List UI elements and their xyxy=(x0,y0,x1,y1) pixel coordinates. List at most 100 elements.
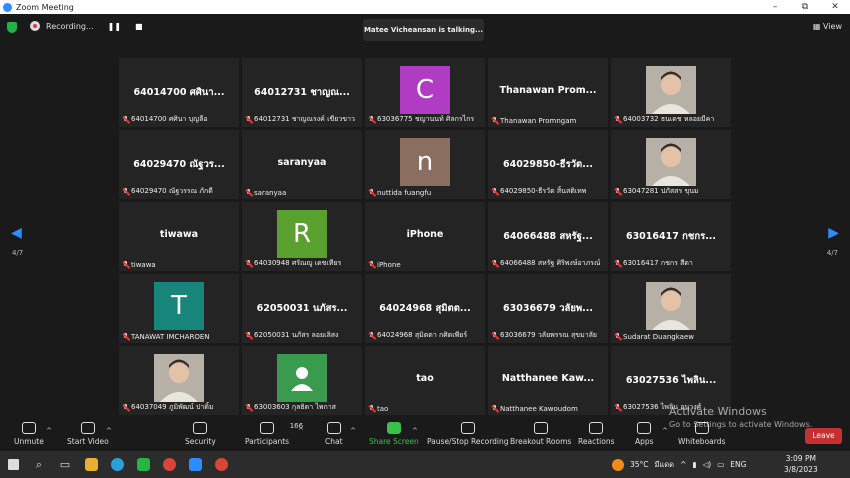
video-options-caret-icon[interactable]: ^ xyxy=(106,427,112,435)
participant-tile[interactable]: 64029850-ธีรวัต... 64029850-ธีรวัต สิ้นสต… xyxy=(488,130,608,199)
next-page-arrow-icon[interactable]: ▶ xyxy=(828,225,839,241)
line-app-icon[interactable] xyxy=(130,451,156,478)
participants-caret-icon[interactable]: ^ xyxy=(298,427,304,435)
participant-photo xyxy=(646,282,696,330)
participant-tile[interactable]: Natthanee Kaw... Natthanee Kawoudom xyxy=(488,346,608,415)
participant-tile[interactable]: Thanawan Prom... Thanawan Promngam xyxy=(488,58,608,127)
participant-name-text: 63036679 วลัยพรรณ สุขมาลัย xyxy=(500,331,598,339)
participant-name-text: 63003603 กุลธิดา ไพกาส xyxy=(254,403,336,411)
close-button[interactable]: ✕ xyxy=(820,2,850,12)
chrome-profile-icon[interactable] xyxy=(208,451,234,478)
participant-tile[interactable]: 63016417 กชกร... 63016417 กชกร สีดา xyxy=(611,202,731,271)
participant-tile[interactable]: C 63036775 ชญานนท์ ศิลกรไกร xyxy=(365,58,485,127)
participant-name-text: Natthanee Kawoudom xyxy=(500,405,578,413)
participant-display-name: saranyaa xyxy=(277,157,327,168)
unmute-button[interactable]: Unmute xyxy=(14,422,44,446)
network-icon[interactable]: ▭ xyxy=(717,460,724,469)
taskbar-clock[interactable]: 3:09 PM 3/8/2023 xyxy=(784,453,818,475)
edge-browser-icon[interactable] xyxy=(104,451,130,478)
tray-arrow-icon[interactable]: ^ xyxy=(680,460,686,469)
page-indicator-left: 4/7 xyxy=(12,249,24,257)
muted-microphone-icon xyxy=(368,115,375,124)
participant-name-text: 64029470 ณัฐวรรณ ภักดี xyxy=(131,187,213,195)
chrome-icon[interactable] xyxy=(156,451,182,478)
volume-icon[interactable]: ◁) xyxy=(703,460,712,469)
tray-mic-icon[interactable]: ▮ xyxy=(692,460,696,469)
page-indicator-right: 4/7 xyxy=(826,249,838,257)
participant-name-label: 64037049 ภูมิพัฒน์ ปาดิ้ม xyxy=(122,402,214,413)
breakout-rooms-button[interactable]: Breakout Rooms xyxy=(510,422,571,446)
start-video-button[interactable]: Start Video xyxy=(67,422,109,446)
participant-tile[interactable]: n nuttida fuangfu xyxy=(365,130,485,199)
pause-recording-button[interactable]: ❚❚ xyxy=(108,22,121,31)
participant-tile[interactable]: T TANAWAT IMCHAROEN xyxy=(119,274,239,343)
participants-button[interactable]: Participants 166 xyxy=(245,422,303,446)
leave-button[interactable]: Leave xyxy=(805,428,842,444)
participant-display-name: 63036679 วลัยพ... xyxy=(503,303,593,314)
security-shield-icon[interactable] xyxy=(7,22,17,33)
participant-name-text: 63036775 ชญานนท์ ศิลกรไกร xyxy=(377,115,475,123)
participant-tile[interactable]: Sudarat Duangkaew xyxy=(611,274,731,343)
participant-name-text: tiwawa xyxy=(131,261,156,269)
participant-tile[interactable]: 63003603 กุลธิดา ไพกาส xyxy=(242,346,362,415)
muted-microphone-icon xyxy=(491,331,498,340)
default-user-avatar-icon xyxy=(277,354,327,402)
maximize-button[interactable]: ⧉ xyxy=(790,2,820,12)
participant-name-text: Thanawan Promngam xyxy=(500,117,577,125)
search-icon[interactable]: ⌕ xyxy=(26,451,52,478)
participant-tile[interactable]: R 64030948 ศรัณญู เดชเทียร xyxy=(242,202,362,271)
security-button[interactable]: Security xyxy=(185,422,216,446)
participant-tile[interactable]: 64066488 สหรัฐ... 64066488 สหรัฐ ศิริพงษ์… xyxy=(488,202,608,271)
language-indicator[interactable]: ENG xyxy=(730,460,746,469)
muted-microphone-icon xyxy=(122,403,129,412)
participant-tile[interactable]: tiwawa tiwawa xyxy=(119,202,239,271)
participants-label: Participants xyxy=(245,437,290,446)
start-video-label: Start Video xyxy=(67,437,109,446)
zoom-app-icon[interactable] xyxy=(182,451,208,478)
reactions-button[interactable]: Reactions xyxy=(578,422,614,446)
participant-tile[interactable]: 64003732 ธนเดช หลอยมีคา xyxy=(611,58,731,127)
chat-button[interactable]: Chat xyxy=(325,422,343,446)
participant-name-text: 64024968 สุมิตตา กศิตเพียร์ xyxy=(377,331,468,339)
weather-text: มีแดด xyxy=(654,459,675,469)
previous-page-arrow-icon[interactable]: ◀ xyxy=(11,225,22,241)
participant-tile[interactable]: tao tao xyxy=(365,346,485,415)
activate-title: Activate Windows xyxy=(669,405,767,418)
share-caret-icon[interactable]: ^ xyxy=(412,427,418,435)
participant-tile[interactable]: 63047281 ปภัสสร ขุนม xyxy=(611,130,731,199)
chat-caret-icon[interactable]: ^ xyxy=(350,427,356,435)
participant-tile[interactable]: 64029470 ณัฐวร... 64029470 ณัฐวรรณ ภักดี xyxy=(119,130,239,199)
participant-tile[interactable]: 64037049 ภูมิพัฒน์ ปาดิ้ม xyxy=(119,346,239,415)
stop-recording-button[interactable]: ■ xyxy=(135,22,143,31)
participant-name-text: 63047281 ปภัสสร ขุนม xyxy=(623,187,699,195)
participant-tile[interactable]: 64024968 สุมิตต... 64024968 สุมิตตา กศิตเ… xyxy=(365,274,485,343)
participant-display-name: 64029470 ณัฐวร... xyxy=(133,159,225,170)
participant-display-name: Natthanee Kaw... xyxy=(501,373,595,384)
participant-tile[interactable]: 63036679 วลัยพ... 63036679 วลัยพรรณ สุขมา… xyxy=(488,274,608,343)
security-label: Security xyxy=(185,437,216,446)
participant-tile[interactable]: 64012731 ชาญณ... 64012731 ชาญณรงค์ เขียวข… xyxy=(242,58,362,127)
participant-tile[interactable]: 62050031 นภัสร... 62050031 นภัสร ลอยเลิสง xyxy=(242,274,362,343)
windows-start-icon[interactable] xyxy=(0,451,26,478)
audio-options-caret-icon[interactable]: ^ xyxy=(46,427,52,435)
participant-tile[interactable]: iPhone iPhone xyxy=(365,202,485,271)
participant-tile[interactable]: 64014700 ศศินา... 64014700 ศศินา บุญลือ xyxy=(119,58,239,127)
apps-caret-icon[interactable]: ^ xyxy=(662,427,668,435)
file-explorer-icon[interactable] xyxy=(78,451,104,478)
participant-photo xyxy=(646,66,696,114)
participant-name-text: TANAWAT IMCHAROEN xyxy=(131,333,210,341)
weather-sun-icon[interactable] xyxy=(612,458,624,471)
participant-tile[interactable]: saranyaa saranyaa xyxy=(242,130,362,199)
view-button[interactable]: ▦ View xyxy=(813,22,842,31)
pause-stop-recording-button[interactable]: Pause/Stop Recording xyxy=(427,422,509,446)
muted-microphone-icon xyxy=(614,333,621,341)
apps-button[interactable]: Apps xyxy=(635,422,654,446)
muted-microphone-icon xyxy=(122,333,129,341)
minimize-button[interactable]: – xyxy=(760,2,790,12)
participant-name-label: Thanawan Promngam xyxy=(491,117,576,125)
participant-name-label: TANAWAT IMCHAROEN xyxy=(122,333,210,341)
task-view-icon[interactable]: ▭ xyxy=(52,451,78,478)
recording-control-label: Pause/Stop Recording xyxy=(427,437,509,446)
participant-name-label: 64014700 ศศินา บุญลือ xyxy=(122,114,208,125)
shield-icon xyxy=(193,422,208,434)
